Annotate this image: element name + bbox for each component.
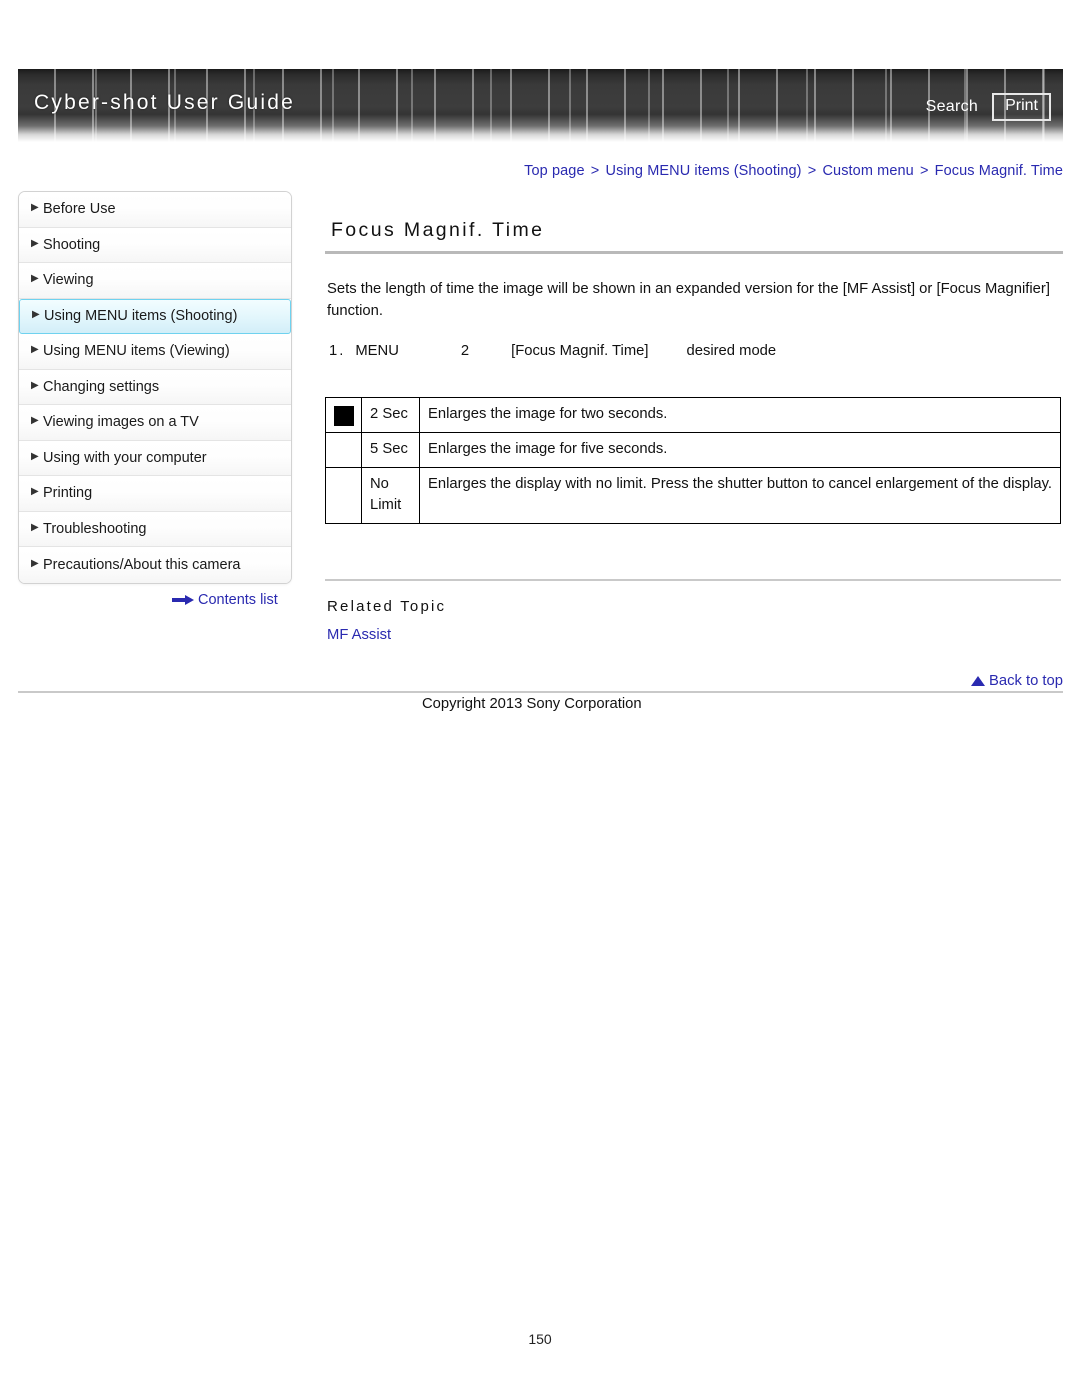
table-row: 2 Sec Enlarges the image for two seconds… (325, 396, 1061, 433)
sidebar-item-printing[interactable]: ▶ Printing (19, 476, 291, 512)
contents-list-link[interactable]: Contents list (172, 592, 278, 608)
footer-divider (18, 691, 1063, 693)
step-2-label: [Focus Magnif. Time] (511, 342, 649, 359)
step-1-number: 1. (329, 342, 346, 359)
table-row: No Limit Enlarges the display with no li… (325, 466, 1061, 524)
sidebar-item-label: Using MENU items (Viewing) (43, 343, 230, 360)
copyright-text: Copyright 2013 Sony Corporation (422, 696, 642, 712)
sidebar-item-precautions-about-this-camera[interactable]: ▶ Precautions/About this camera (19, 547, 291, 583)
sidebar-item-label: Precautions/About this camera (43, 556, 241, 573)
triangle-right-icon: ▶ (31, 415, 39, 427)
option-description: Enlarges the display with no limit. Pres… (419, 466, 1061, 524)
triangle-right-icon: ▶ (31, 344, 39, 356)
sidebar-item-label: Before Use (43, 201, 116, 218)
breadcrumb-separator: > (807, 163, 817, 179)
triangle-right-icon: ▶ (31, 379, 39, 391)
sidebar-item-using-menu-items-shooting[interactable]: ▶ Using MENU items (Shooting) (19, 298, 291, 334)
sidebar-item-label: Using with your computer (43, 449, 207, 466)
option-selected-marker-cell (325, 396, 362, 433)
arrow-right-icon (172, 594, 194, 606)
step-1-label: MENU (355, 342, 399, 359)
page-number: 150 (528, 1331, 552, 1347)
table-row: 5 Sec Enlarges the image for five second… (325, 431, 1061, 468)
procedure-steps: 1. MENU 2 [Focus Magnif. Time] desired m… (325, 343, 1063, 359)
triangle-right-icon: ▶ (31, 486, 39, 498)
empty-square-icon (334, 476, 354, 496)
related-link-mf-assist[interactable]: MF Assist (325, 615, 391, 643)
banner-actions: Search Print (926, 93, 1051, 121)
sidebar-item-using-menu-items-viewing[interactable]: ▶ Using MENU items (Viewing) (19, 334, 291, 370)
sidebar-item-viewing-images-on-a-tv[interactable]: ▶ Viewing images on a TV (19, 405, 291, 441)
page-banner: Cyber-shot User Guide Search Print (18, 69, 1063, 142)
print-button[interactable]: Print (992, 93, 1051, 121)
back-to-top-link[interactable]: Back to top (970, 673, 1063, 689)
option-name: No Limit (361, 466, 420, 524)
triangle-right-icon: ▶ (31, 237, 39, 249)
breadcrumb-item-current: Focus Magnif. Time (934, 163, 1063, 179)
contents-list-label: Contents list (198, 592, 278, 608)
triangle-right-icon: ▶ (31, 273, 39, 285)
triangle-up-icon (970, 676, 985, 686)
option-name: 2 Sec (361, 396, 420, 433)
option-description: Enlarges the image for two seconds. (419, 396, 1061, 433)
sidebar-item-label: Troubleshooting (43, 520, 147, 537)
step-2-number: 2 (460, 342, 470, 359)
sidebar-item-label: Viewing images on a TV (43, 414, 199, 431)
sidebar-item-label: Changing settings (43, 378, 160, 395)
triangle-right-icon: ▶ (31, 450, 39, 462)
intro-paragraph: Sets the length of time the image will b… (327, 281, 1050, 320)
sidebar-item-using-with-your-computer[interactable]: ▶ Using with your computer (19, 440, 291, 476)
sidebar-item-viewing[interactable]: ▶ Viewing (19, 263, 291, 299)
sidebar-item-before-use[interactable]: ▶ Before Use (19, 192, 291, 228)
sidebar-item-changing-settings[interactable]: ▶ Changing settings (19, 369, 291, 405)
triangle-right-icon: ▶ (31, 202, 39, 214)
triangle-right-icon: ▶ (32, 309, 40, 321)
breadcrumb: Top page > Using MENU items (Shooting) >… (524, 163, 1063, 179)
sidebar-item-troubleshooting[interactable]: ▶ Troubleshooting (19, 511, 291, 547)
breadcrumb-separator: > (919, 163, 929, 179)
page-title: Focus Magnif. Time (331, 219, 545, 241)
related-topic-heading: Related Topic (327, 597, 447, 615)
option-selected-marker-cell (325, 466, 362, 524)
empty-square-icon (334, 441, 354, 461)
filled-square-icon (333, 405, 354, 426)
back-to-top-label: Back to top (988, 673, 1063, 689)
breadcrumb-item-custom-menu[interactable]: Custom menu (822, 163, 913, 179)
triangle-right-icon: ▶ (31, 557, 39, 569)
breadcrumb-item-top-page[interactable]: Top page (524, 163, 584, 179)
option-selected-marker-cell (325, 431, 362, 468)
breadcrumb-item-using-menu-items-shooting[interactable]: Using MENU items (Shooting) (606, 163, 802, 179)
option-name: 5 Sec (361, 431, 420, 468)
sidebar-item-label: Printing (43, 485, 93, 502)
title-divider (325, 251, 1063, 254)
sidebar-item-label: Shooting (43, 236, 101, 253)
sidebar-item-label: Viewing (43, 272, 94, 289)
option-description: Enlarges the image for five seconds. (419, 431, 1061, 468)
step-3-label: desired mode (686, 342, 777, 359)
triangle-right-icon: ▶ (31, 521, 39, 533)
search-link[interactable]: Search (926, 98, 979, 116)
main-content: Focus Magnif. Time Sets the length of ti… (325, 191, 1063, 644)
sidebar-navigation: ▶ Before Use ▶ Shooting ▶ Viewing ▶ Usin… (18, 191, 292, 584)
sidebar-item-shooting[interactable]: ▶ Shooting (19, 227, 291, 263)
breadcrumb-separator: > (590, 163, 600, 179)
options-table: 2 Sec Enlarges the image for two seconds… (325, 396, 1061, 524)
product-title: Cyber-shot User Guide (34, 91, 295, 114)
sidebar-item-label: Using MENU items (Shooting) (44, 308, 238, 325)
